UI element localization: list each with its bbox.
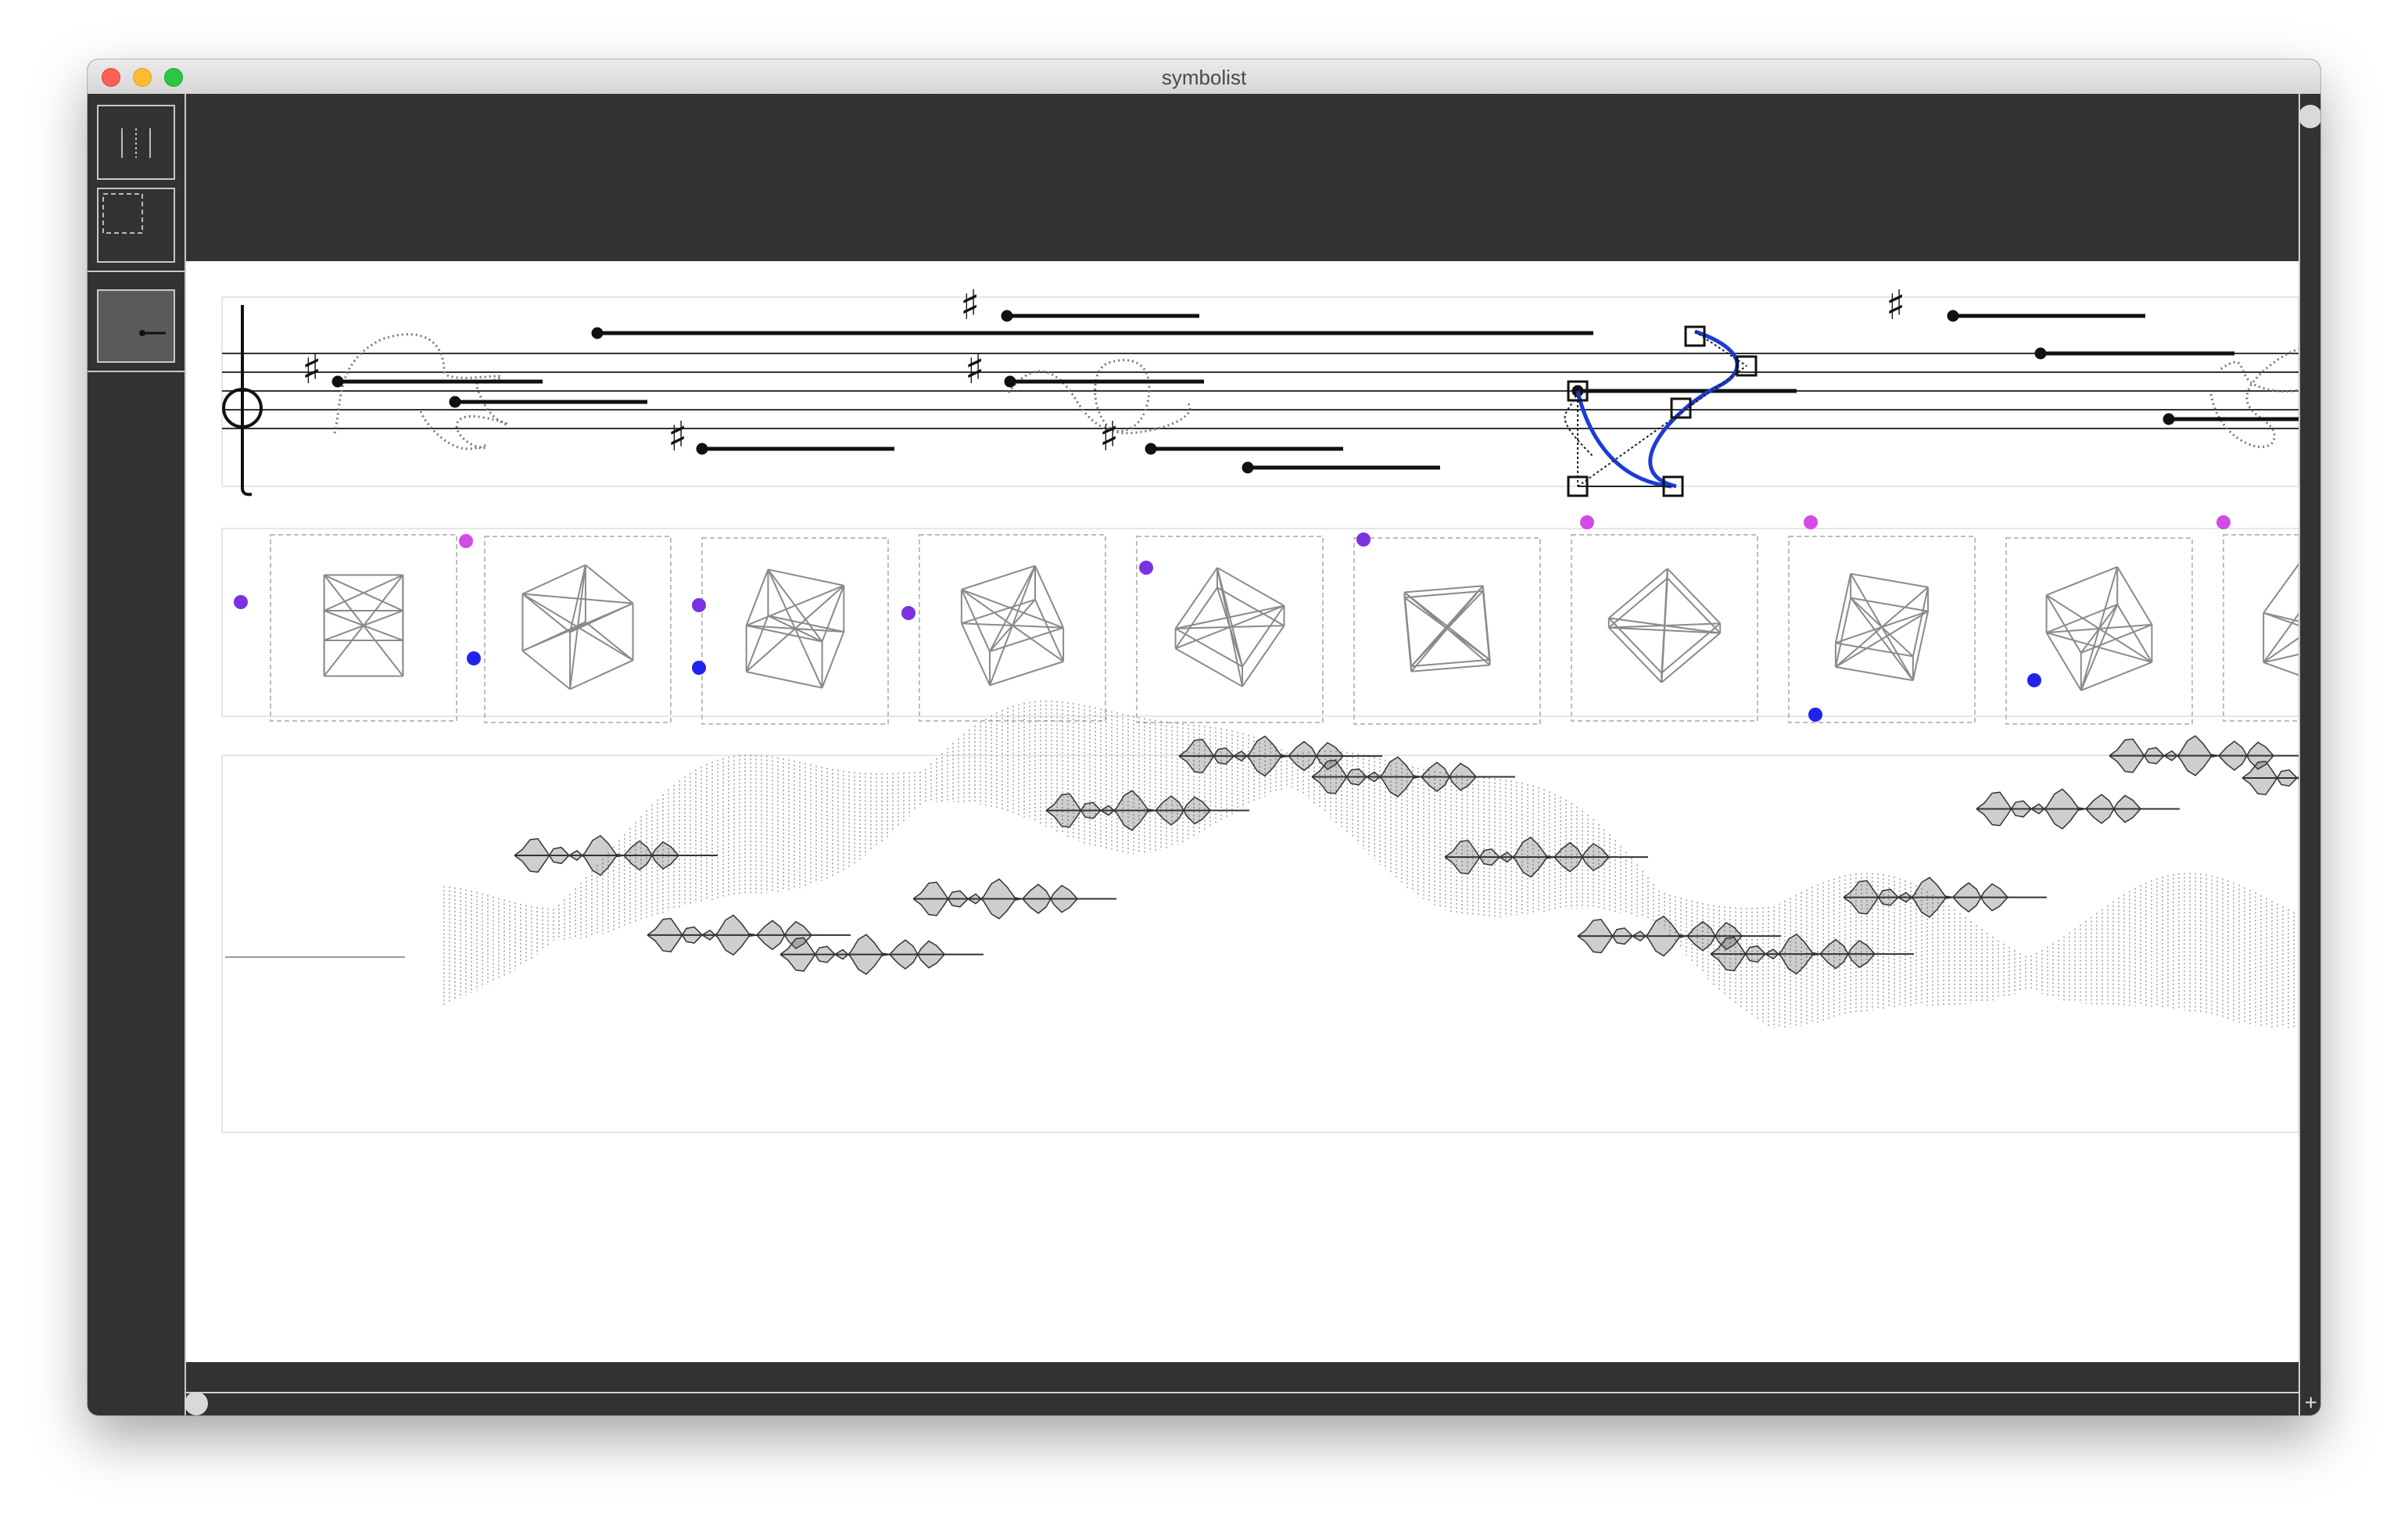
note-event[interactable] [2034, 347, 2234, 360]
selection-tool-button[interactable] [97, 188, 175, 263]
sharp-accidental[interactable]: ♯ [302, 346, 321, 393]
sharp-accidental[interactable]: ♯ [1099, 414, 1119, 461]
cube-glyph[interactable] [1788, 536, 1976, 723]
waveform-row[interactable] [221, 701, 2299, 1133]
sharp-accidental[interactable]: ♯ [965, 346, 984, 393]
note-event[interactable] [696, 443, 894, 455]
note-event[interactable] [2163, 413, 2299, 425]
staff-lines [222, 353, 2299, 429]
event-dot[interactable] [1808, 708, 1822, 722]
note-event[interactable] [1004, 375, 1204, 388]
event-dot[interactable] [1139, 561, 1153, 575]
note-event[interactable] [1145, 443, 1343, 455]
event-dot[interactable] [2216, 515, 2231, 529]
cube-glyph[interactable] [701, 537, 889, 725]
vertical-scroll-knob[interactable] [2299, 105, 2320, 128]
event-dot[interactable] [692, 598, 706, 612]
bezier-handles [1567, 325, 1758, 497]
staff-tool-button[interactable] [97, 105, 175, 180]
sidebar-divider [88, 371, 185, 372]
event-dot[interactable] [1580, 515, 1594, 529]
note-event[interactable] [1242, 461, 1440, 474]
window-title: symbolist [1161, 66, 1247, 89]
selected-gesture[interactable] [1564, 325, 1758, 497]
note-event[interactable] [331, 375, 543, 388]
event-dot[interactable] [234, 595, 248, 609]
circle-clef-icon [222, 305, 263, 497]
score-drawing: ♯ ♯ ♯ ♯ ♯ ♯ [221, 282, 2299, 1133]
cube-glyph[interactable] [270, 534, 457, 722]
event-dot[interactable] [901, 606, 916, 620]
staff-lines-icon [121, 128, 151, 158]
note-event[interactable] [1947, 310, 2145, 322]
sharp-accidental[interactable]: ♯ [960, 282, 980, 329]
score-sheet[interactable]: ♯ ♯ ♯ ♯ ♯ ♯ [186, 261, 2299, 1362]
note-event[interactable] [1001, 310, 1199, 322]
cube-row[interactable] [221, 515, 2299, 725]
horizontal-scroll-knob[interactable] [185, 1392, 208, 1415]
palette-item-note[interactable] [97, 289, 175, 363]
note-event[interactable] [449, 396, 647, 408]
titlebar: symbolist [88, 59, 2320, 95]
cube-glyph[interactable] [1136, 536, 1324, 723]
event-dot[interactable] [1804, 515, 1818, 529]
vertical-scrollbar[interactable] [2299, 94, 2320, 1415]
staff-row[interactable]: ♯ ♯ ♯ ♯ ♯ ♯ [221, 282, 2299, 497]
event-dot[interactable] [467, 651, 481, 665]
note-event[interactable] [1571, 385, 1797, 397]
sidebar-divider [88, 271, 185, 272]
dotted-gesture [2209, 347, 2299, 448]
bezier-handle[interactable] [1684, 325, 1706, 347]
cube-glyph[interactable] [484, 536, 672, 723]
event-dot[interactable] [459, 534, 473, 548]
event-dot[interactable] [1356, 532, 1371, 547]
cube-glyph[interactable] [2223, 534, 2299, 722]
event-dot[interactable] [2027, 673, 2041, 687]
note-line-icon [139, 330, 166, 336]
cube-glyph[interactable] [1353, 537, 1541, 725]
cube-glyph[interactable] [919, 534, 1106, 722]
event-dot[interactable] [692, 661, 706, 675]
score-canvas[interactable]: ♯ ♯ ♯ ♯ ♯ ♯ [186, 94, 2299, 1415]
note-event[interactable] [591, 327, 1593, 339]
sharp-accidental[interactable]: ♯ [668, 414, 687, 461]
tool-sidebar [88, 94, 186, 1415]
dashed-selection-icon [102, 193, 143, 234]
add-button[interactable]: + [2305, 1392, 2317, 1414]
app-window: symbolist ♯ ♯ ♯ ♯ ♯ ♯ + [88, 59, 2320, 1415]
cube-glyph[interactable] [2005, 537, 2193, 725]
horizontal-scrollbar[interactable] [185, 1392, 2299, 1415]
sharp-accidental[interactable]: ♯ [1886, 282, 1905, 329]
cube-glyph[interactable] [1571, 534, 1758, 722]
